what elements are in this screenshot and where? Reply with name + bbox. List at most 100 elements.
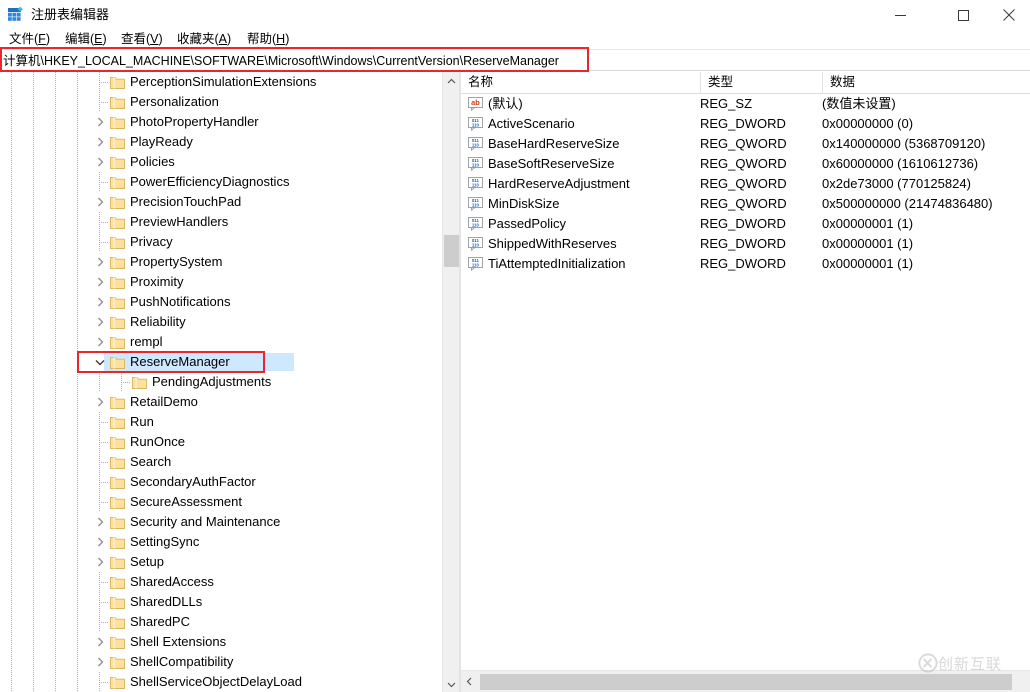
folder-icon	[110, 275, 125, 289]
tree-expander-expanded-icon[interactable]	[92, 352, 108, 372]
close-icon	[1003, 9, 1015, 21]
tree-expander-collapsed-icon[interactable]	[92, 152, 108, 172]
tree-item[interactable]: PerceptionSimulationExtensions	[0, 72, 460, 92]
column-header-1[interactable]: 名称	[461, 72, 700, 93]
tree-expander-collapsed-icon[interactable]	[92, 272, 108, 292]
value-name: TiAttemptedInitialization	[488, 256, 626, 271]
column-header-3[interactable]: 数据	[822, 72, 1030, 93]
menu-item-label: 编辑(E)	[65, 32, 107, 46]
value-row[interactable]: 011 110 MinDiskSize REG_QWORD 0x500000000 (2…	[461, 194, 1030, 214]
value-row[interactable]: 011 110 BaseSoftReserveSize REG_QWORD 0x6000…	[461, 154, 1030, 174]
value-row[interactable]: 011 110 PassedPolicy REG_DWORD 0x00000001 (1…	[461, 214, 1030, 234]
tree-item[interactable]: Shell Extensions	[0, 632, 460, 652]
value-type: REG_SZ	[700, 96, 753, 111]
menu-item-3[interactable]: 查看(V)	[118, 31, 166, 48]
tree-vertical-scrollbar[interactable]	[442, 72, 460, 692]
menu-item-4[interactable]: 收藏夹(A)	[174, 31, 234, 48]
value-row[interactable]: 011 110 BaseHardReserveSize REG_QWORD 0x1400…	[461, 134, 1030, 154]
registry-key-tree[interactable]: PerceptionSimulationExtensions Personaliz…	[0, 72, 460, 692]
svg-text:110: 110	[472, 203, 480, 208]
value-type: REG_DWORD	[700, 116, 786, 131]
tree-expander-collapsed-icon[interactable]	[92, 132, 108, 152]
tree-item[interactable]: PowerEfficiencyDiagnostics	[0, 172, 460, 192]
tree-item[interactable]: Reliability	[0, 312, 460, 332]
tree-item[interactable]: Policies	[0, 152, 460, 172]
tree-expander-collapsed-icon[interactable]	[92, 192, 108, 212]
tree-item[interactable]: PreviewHandlers	[0, 212, 460, 232]
tree-item[interactable]: Proximity	[0, 272, 460, 292]
tree-expander-collapsed-icon[interactable]	[92, 392, 108, 412]
values-horizontal-scrollbar[interactable]	[461, 670, 1030, 692]
menu-item-1[interactable]: 文件(F)	[6, 31, 53, 48]
scroll-left-button[interactable]	[461, 671, 478, 692]
value-data: 0x500000000 (21474836480)	[822, 196, 993, 211]
tree-item[interactable]: PhotoPropertyHandler	[0, 112, 460, 132]
value-data: 0x140000000 (5368709120)	[822, 136, 986, 151]
tree-item[interactable]: Privacy	[0, 232, 460, 252]
tree-item[interactable]: ShellServiceObjectDelayLoad	[0, 672, 460, 692]
title-bar: 注册表编辑器	[0, 0, 1030, 30]
tree-item[interactable]: SettingSync	[0, 532, 460, 552]
tree-item[interactable]: PrecisionTouchPad	[0, 192, 460, 212]
tree-item[interactable]: PushNotifications	[0, 292, 460, 312]
value-row[interactable]: 011 110 ShippedWithReserves REG_DWORD 0x0000…	[461, 234, 1030, 254]
tree-expander-collapsed-icon[interactable]	[92, 292, 108, 312]
tree-item-label: PhotoPropertyHandler	[130, 114, 259, 129]
tree-expander-collapsed-icon[interactable]	[92, 632, 108, 652]
values-scrollbar-thumb[interactable]	[480, 674, 1012, 690]
tree-expander-collapsed-icon[interactable]	[92, 652, 108, 672]
tree-item[interactable]: Security and Maintenance	[0, 512, 460, 532]
value-row[interactable]: 011 110 ActiveScenario REG_DWORD 0x00000000 …	[461, 114, 1030, 134]
address-bar[interactable]: 计算机\HKEY_LOCAL_MACHINE\SOFTWARE\Microsof…	[0, 49, 1030, 71]
tree-item[interactable]: SharedDLLs	[0, 592, 460, 612]
tree-expander-collapsed-icon[interactable]	[92, 112, 108, 132]
column-header-2[interactable]: 类型	[700, 72, 822, 93]
value-row[interactable]: 011 110 TiAttemptedInitialization REG_DWORD…	[461, 254, 1030, 274]
minimize-button[interactable]	[877, 0, 923, 30]
tree-item[interactable]: SharedPC	[0, 612, 460, 632]
folder-icon	[110, 255, 125, 269]
value-name: BaseSoftReserveSize	[488, 156, 615, 171]
tree-item-label: PreviewHandlers	[130, 214, 229, 229]
folder-icon	[110, 435, 125, 449]
tree-item[interactable]: ShellCompatibility	[0, 652, 460, 672]
tree-expander-collapsed-icon[interactable]	[92, 252, 108, 272]
folder-icon	[110, 475, 125, 489]
scroll-down-button[interactable]	[443, 675, 460, 692]
scroll-up-button[interactable]	[443, 72, 460, 89]
menu-item-2[interactable]: 编辑(E)	[62, 31, 110, 48]
tree-expander-collapsed-icon[interactable]	[92, 332, 108, 352]
tree-item[interactable]: SecureAssessment	[0, 492, 460, 512]
tree-item[interactable]: Personalization	[0, 92, 460, 112]
tree-expander-collapsed-icon[interactable]	[92, 312, 108, 332]
tree-item-selected[interactable]: ReserveManager	[0, 352, 460, 372]
menu-item-label: 文件(F)	[9, 32, 50, 46]
tree-item[interactable]: PendingAdjustments	[0, 372, 460, 392]
tree-item[interactable]: Run	[0, 412, 460, 432]
tree-item[interactable]: RunOnce	[0, 432, 460, 452]
close-button[interactable]	[986, 0, 1030, 30]
tree-item[interactable]: Search	[0, 452, 460, 472]
menu-item-5[interactable]: 帮助(H)	[244, 31, 292, 48]
tree-item[interactable]: PlayReady	[0, 132, 460, 152]
tree-expander-collapsed-icon[interactable]	[92, 512, 108, 532]
value-row[interactable]: 011 110 HardReserveAdjustment REG_QWORD 0x2d…	[461, 174, 1030, 194]
tree-item[interactable]: Setup	[0, 552, 460, 572]
tree-item[interactable]: rempl	[0, 332, 460, 352]
registry-values-list[interactable]: 名称 类型 数据 ab (默认) REG_SZ (数值未设置) 011 110 ActiveSc…	[461, 72, 1030, 692]
value-name: ActiveScenario	[488, 116, 575, 131]
tree-item[interactable]: RetailDemo	[0, 392, 460, 412]
tree-item[interactable]: SecondaryAuthFactor	[0, 472, 460, 492]
tree-item[interactable]: PropertySystem	[0, 252, 460, 272]
chevron-left-icon	[466, 674, 473, 689]
value-type: REG_DWORD	[700, 256, 786, 271]
tree-expander-collapsed-icon[interactable]	[92, 552, 108, 572]
tree-item[interactable]: SharedAccess	[0, 572, 460, 592]
tree-scrollbar-thumb[interactable]	[444, 235, 459, 267]
folder-icon	[110, 515, 125, 529]
value-row[interactable]: ab (默认) REG_SZ (数值未设置)	[461, 94, 1030, 114]
maximize-button[interactable]	[940, 0, 986, 30]
tree-item-label: RunOnce	[130, 434, 185, 449]
tree-item-label: PushNotifications	[130, 294, 231, 309]
tree-expander-collapsed-icon[interactable]	[92, 532, 108, 552]
